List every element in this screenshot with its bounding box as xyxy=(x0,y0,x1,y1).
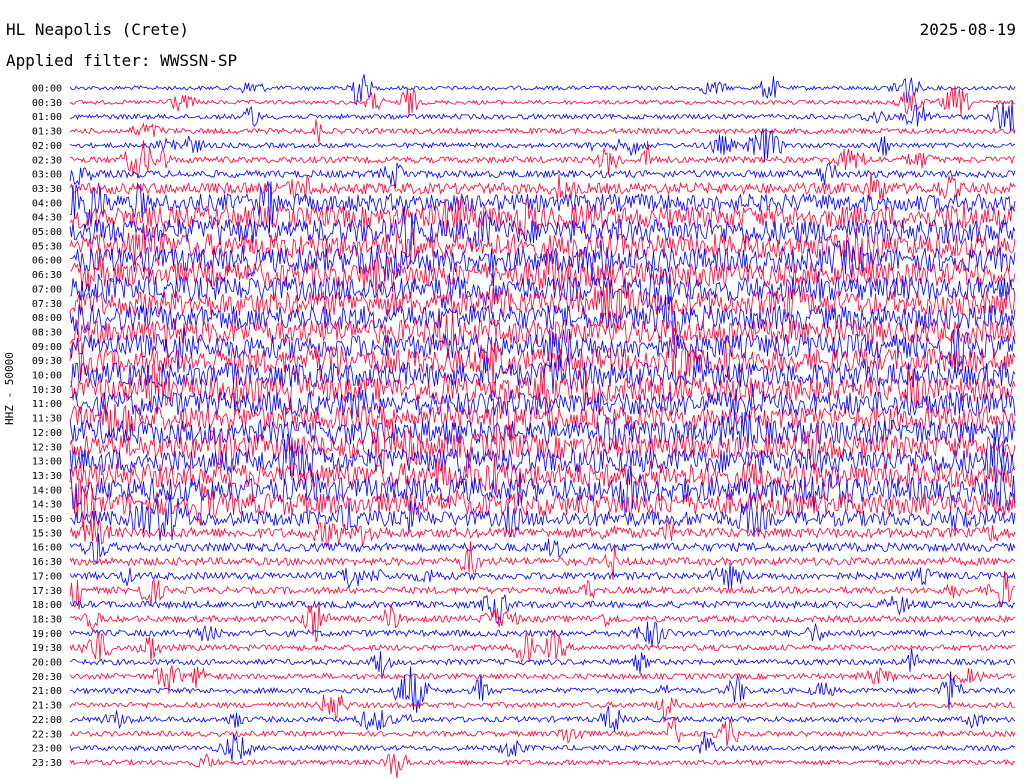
row-time-label: 21:00 xyxy=(32,686,62,697)
seismic-trace-row xyxy=(69,753,1016,779)
seismic-trace-row xyxy=(69,74,1016,106)
seismic-trace-row xyxy=(69,706,1016,732)
seismic-trace-row xyxy=(69,119,1016,145)
seismic-trace-row xyxy=(69,631,1016,664)
row-time-label: 06:00 xyxy=(32,256,62,267)
row-time-label: 00:30 xyxy=(32,98,62,109)
row-time-label: 10:30 xyxy=(32,385,62,396)
row-time-label: 03:30 xyxy=(32,184,62,195)
row-time-label: 15:30 xyxy=(32,528,62,539)
row-time-label: 11:30 xyxy=(32,414,62,425)
row-time-label: 22:30 xyxy=(32,729,62,740)
row-time-label: 13:00 xyxy=(32,457,62,468)
row-time-label: 19:00 xyxy=(32,629,62,640)
row-time-label: 05:30 xyxy=(32,241,62,252)
row-time-label: 02:30 xyxy=(32,155,62,166)
row-time-label: 07:30 xyxy=(32,299,62,310)
seismic-trace-row xyxy=(69,462,1016,515)
row-time-label: 23:30 xyxy=(32,758,62,769)
row-time-label: 04:30 xyxy=(32,213,62,224)
row-time-label: 08:00 xyxy=(32,313,62,324)
row-time-label: 05:00 xyxy=(32,227,62,238)
row-time-label: 16:30 xyxy=(32,557,62,568)
row-time-label: 13:30 xyxy=(32,471,62,482)
row-time-label: 09:30 xyxy=(32,356,62,367)
row-time-label: 00:00 xyxy=(32,84,62,95)
row-time-label: 19:30 xyxy=(32,643,62,654)
row-time-label: 20:00 xyxy=(32,658,62,669)
row-time-label: 10:00 xyxy=(32,371,62,382)
row-time-label: 01:30 xyxy=(32,127,62,138)
row-time-label: 07:00 xyxy=(32,284,62,295)
helicorder-plot: 00:00 00:30 01:00 01:30 02:00 02:30 03:00 03:30… xyxy=(32,74,1016,779)
seismic-trace-row xyxy=(69,85,1016,117)
row-time-label: 18:00 xyxy=(32,600,62,611)
row-time-label: 23:00 xyxy=(32,744,62,755)
row-time-label: 04:00 xyxy=(32,198,62,209)
row-time-label: 18:30 xyxy=(32,614,62,625)
row-time-label: 15:00 xyxy=(32,514,62,525)
seismic-trace-row xyxy=(69,128,1016,162)
seismic-trace-row xyxy=(69,694,1016,723)
seismic-trace-row xyxy=(69,621,1016,648)
seismic-trace-row xyxy=(69,100,1016,133)
row-time-label: 17:30 xyxy=(32,586,62,597)
row-time-label: 12:30 xyxy=(32,442,62,453)
row-time-label: 06:30 xyxy=(32,270,62,281)
row-time-label: 08:30 xyxy=(32,327,62,338)
row-time-label: 20:30 xyxy=(32,672,62,683)
row-time-label: 22:00 xyxy=(32,715,62,726)
row-time-label: 01:00 xyxy=(32,112,62,123)
row-time-label: 12:00 xyxy=(32,428,62,439)
row-time-label: 21:30 xyxy=(32,701,62,712)
row-time-label: 16:00 xyxy=(32,543,62,554)
row-time-label: 14:30 xyxy=(32,500,62,511)
row-time-label: 14:00 xyxy=(32,485,62,496)
seismic-trace-row xyxy=(69,716,1016,747)
seismic-trace-row xyxy=(69,388,1016,445)
row-time-label: 17:00 xyxy=(32,571,62,582)
seismic-trace-row xyxy=(69,562,1016,589)
row-time-label: 11:00 xyxy=(32,399,62,410)
row-time-label: 09:00 xyxy=(32,342,62,353)
seismic-trace-row xyxy=(69,648,1016,680)
seismic-trace-row xyxy=(69,419,1016,475)
row-time-label: 02:00 xyxy=(32,141,62,152)
row-time-label: 03:00 xyxy=(32,170,62,181)
